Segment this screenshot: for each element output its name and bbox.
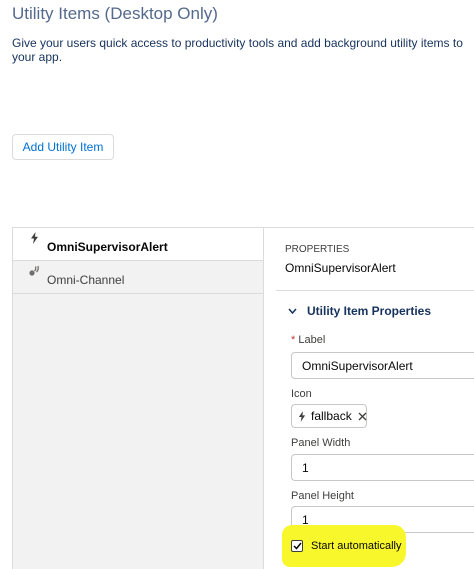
lightning-icon (298, 410, 306, 422)
icon-field-label: Icon (291, 388, 312, 400)
omni-channel-icon (28, 265, 40, 277)
start-automatically-checkbox[interactable] (291, 540, 303, 552)
section-divider (276, 290, 474, 291)
required-mark: * (291, 334, 296, 346)
label-input[interactable]: OmniSupervisorAlert (291, 352, 474, 379)
section-title: Utility Item Properties (307, 304, 432, 318)
start-automatically-row[interactable]: Start automatically (291, 540, 401, 552)
utility-item-properties-section-toggle[interactable]: Utility Item Properties (288, 304, 431, 318)
start-automatically-label: Start automatically (311, 540, 402, 552)
close-icon[interactable] (358, 412, 367, 421)
page-title: Utility Items (Desktop Only) (12, 4, 218, 23)
label-field-label: * Label (291, 334, 325, 346)
panel-width-label: Panel Width (291, 437, 351, 449)
checkmark-icon (292, 542, 302, 550)
icon-pill-label: fallback (311, 409, 352, 423)
utility-items-sidebar: OmniSupervisorAlert Omni-Channel (12, 228, 264, 569)
page-subtitle: Give your users quick access to producti… (12, 36, 463, 64)
sidebar-item-omnisupervisoralert[interactable]: OmniSupervisorAlert (13, 228, 263, 261)
label-field-text: Label (298, 334, 326, 346)
sidebar-item-label: Omni-Channel (47, 273, 125, 287)
icon-pill[interactable]: fallback (291, 404, 367, 428)
sidebar-item-label: OmniSupervisorAlert (47, 240, 168, 254)
add-utility-item-button[interactable]: Add Utility Item (12, 134, 114, 160)
lightning-icon (28, 232, 40, 244)
properties-item-name: OmniSupervisorAlert (285, 261, 396, 275)
panel-height-label: Panel Height (291, 490, 354, 502)
properties-heading: PROPERTIES (285, 244, 350, 255)
panel-width-input[interactable]: 1 (291, 454, 474, 481)
chevron-down-icon (288, 308, 297, 314)
sidebar-item-omni-channel[interactable]: Omni-Channel (13, 261, 263, 294)
